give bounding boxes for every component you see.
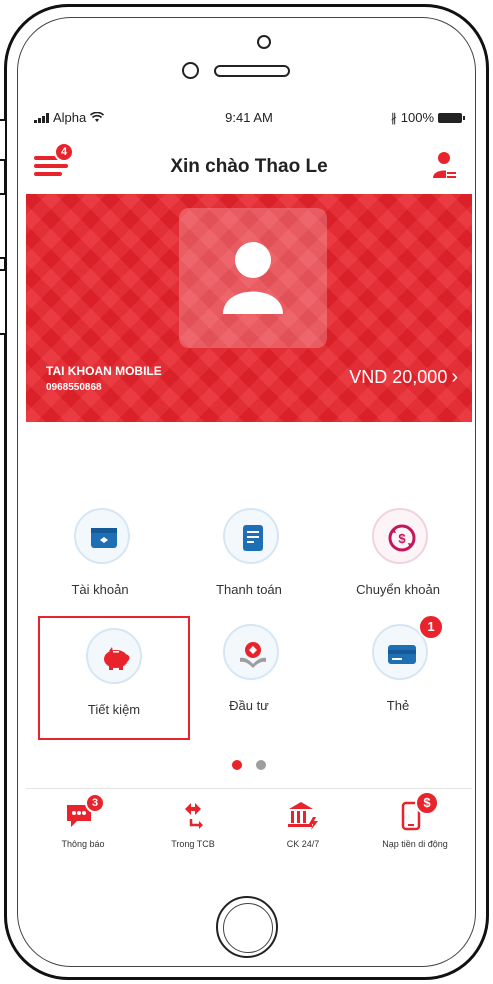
transfer-arrows-icon bbox=[185, 803, 203, 829]
feature-the[interactable]: 1 Thẻ bbox=[324, 614, 472, 738]
tab-label: Nạp tiền di động bbox=[382, 839, 448, 849]
mute-switch bbox=[0, 119, 5, 161]
app-screen: Alpha 9:41 AM ∦ 100% 4 Xin chào Thao Le bbox=[26, 102, 472, 890]
battery-icon bbox=[438, 112, 465, 123]
sensor-icon bbox=[257, 35, 271, 49]
account-banner[interactable]: TAI KHOAN MOBILE 0968550868 VND 20,000 › bbox=[26, 194, 472, 422]
account-number: 0968550868 bbox=[46, 382, 102, 393]
volume-up-button bbox=[0, 193, 5, 259]
feature-label: Chuyển khoản bbox=[356, 582, 440, 597]
greeting-title: Xin chào Thao Le bbox=[170, 156, 328, 177]
home-button[interactable] bbox=[216, 896, 278, 958]
page-dot[interactable] bbox=[256, 760, 266, 770]
feature-label: Thẻ bbox=[386, 698, 410, 713]
wallet-icon bbox=[91, 528, 117, 548]
bottom-tab-bar: 3 Thông báo Trong TCB CK 24/7 $ Nạp tiền… bbox=[26, 788, 472, 860]
feature-label: Đầu tư bbox=[229, 698, 269, 713]
feature-label: Tài khoản bbox=[71, 582, 129, 597]
svg-text:$: $ bbox=[398, 531, 406, 546]
card-icon bbox=[388, 645, 416, 664]
notification-count-badge: 3 bbox=[85, 793, 105, 813]
account-name: TAI KHOAN MOBILE bbox=[46, 364, 162, 378]
feature-dau-tu[interactable]: Đầu tư bbox=[175, 618, 323, 738]
camera-icon bbox=[182, 62, 199, 79]
tab-label: Trong TCB bbox=[171, 839, 215, 849]
feature-thanh-toan[interactable]: Thanh toán bbox=[175, 502, 323, 622]
page-indicator bbox=[26, 760, 472, 770]
chevron-right-icon: › bbox=[451, 366, 458, 388]
status-bar: Alpha 9:41 AM ∦ 100% bbox=[26, 102, 472, 132]
feature-tai-khoan[interactable]: Tài khoản bbox=[26, 502, 174, 622]
card-badge: 1 bbox=[418, 614, 444, 640]
profile-button[interactable] bbox=[432, 150, 458, 180]
volume-down-button bbox=[0, 269, 5, 335]
feature-label: Thanh toán bbox=[216, 582, 282, 597]
balance-value: VND 20,000 bbox=[349, 367, 448, 387]
speaker-grille bbox=[214, 65, 290, 77]
feature-chuyen-khoan[interactable]: $ Chuyển khoản bbox=[324, 502, 472, 622]
feature-label: Tiết kiệm bbox=[87, 702, 141, 717]
tab-trong-tcb[interactable]: Trong TCB bbox=[138, 789, 248, 861]
bluetooth-icon: ∦ bbox=[390, 110, 397, 125]
page-dot-active[interactable] bbox=[232, 760, 242, 770]
user-avatar-icon bbox=[223, 242, 283, 314]
feature-tiet-kiem[interactable]: Tiết kiệm bbox=[38, 616, 190, 740]
currency-badge: $ bbox=[415, 791, 439, 815]
account-balance[interactable]: VND 20,000 › bbox=[349, 366, 458, 389]
battery-percent: 100% bbox=[400, 110, 434, 125]
tab-ck-247[interactable]: CK 24/7 bbox=[248, 789, 358, 861]
bank-icon bbox=[288, 802, 318, 830]
tab-label: CK 24/7 bbox=[286, 839, 320, 849]
tab-thong-bao[interactable]: 3 Thông báo bbox=[28, 789, 138, 861]
user-settings-icon bbox=[433, 152, 457, 178]
receipt-icon bbox=[243, 525, 263, 551]
tab-nap-tien[interactable]: $ Nạp tiền di động bbox=[360, 789, 470, 861]
tab-label: Thông báo bbox=[61, 839, 105, 849]
app-header: 4 Xin chào Thao Le bbox=[26, 138, 472, 194]
invest-icon bbox=[240, 642, 266, 668]
piggy-bank-icon bbox=[104, 647, 130, 670]
avatar[interactable] bbox=[179, 208, 327, 348]
transfer-icon: $ bbox=[388, 524, 416, 552]
